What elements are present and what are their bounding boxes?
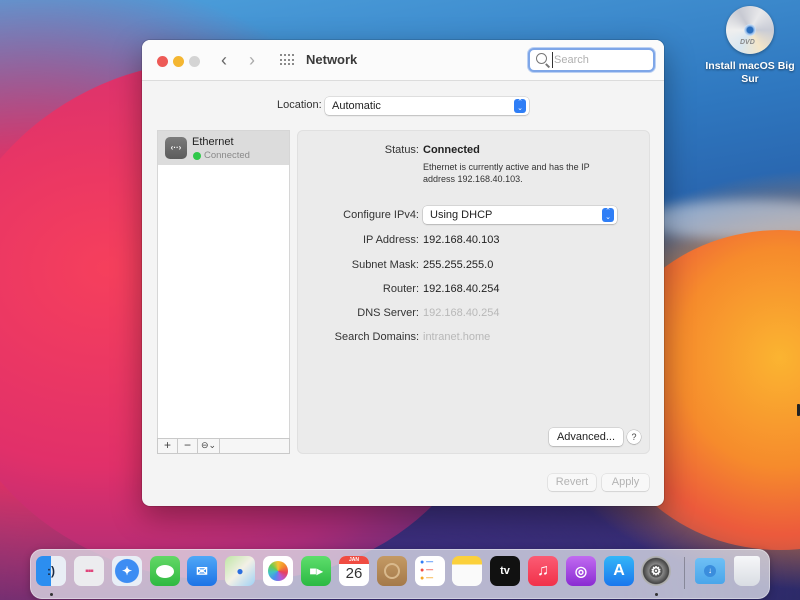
router-label: Router: [382,283,419,295]
messages-icon[interactable] [150,556,180,586]
add-service-button[interactable]: + [158,439,178,453]
finder-icon[interactable]: :) [36,556,66,586]
dns-server-value: 192.168.40.254 [423,307,500,319]
contacts-icon[interactable] [377,556,407,586]
help-button[interactable]: ? [627,430,641,444]
mail-icon[interactable]: ✉ [187,556,217,586]
configure-ipv4-label: Configure IPv4: [343,209,419,221]
status-description: Ethernet is currently active and has the… [423,162,590,184]
status-dot-icon [193,152,201,160]
downloads-folder-icon[interactable]: ↓ [695,558,725,584]
ip-address-value: 192.168.40.103 [423,234,500,246]
desktop-icon-label: Install macOS Big Sur [705,60,795,85]
search-field[interactable] [528,48,655,72]
status-label: Status: [384,144,419,156]
configure-ipv4-popup[interactable]: Using DHCP ⌃ ⌄ [423,206,617,224]
service-list-toolbar: + − ⊖⌄ [157,438,290,454]
dvd-disc-icon: DVD [726,6,774,54]
service-detail-panel: Status: Connected Ethernet is currently … [297,130,650,454]
dock: :) ▪▪▪ ✦ ✉ ● ■▸ JAN 26 ● ― ● ― ● ― tv ♫ ◎ … [30,549,770,599]
subnet-mask-label: Subnet Mask: [351,259,419,271]
router-value: 192.168.40.254 [423,283,500,295]
trash-icon[interactable] [734,556,760,586]
search-domains-value: intranet.home [423,331,491,343]
running-indicator [655,593,658,596]
apple-tv-icon[interactable]: tv [490,556,520,586]
service-list: ‹··› Ethernet Connected [157,130,290,438]
search-input[interactable] [552,52,648,68]
revert-button[interactable]: Revert [548,474,596,491]
app-store-icon[interactable]: A [604,556,634,586]
network-preferences-window: ‹ › Network Location: Automatic ⌃⌄ ‹··› … [142,40,664,506]
calendar-icon[interactable]: JAN 26 [339,556,369,586]
ip-address-label: IP Address: [362,234,419,246]
running-indicator [50,593,53,596]
status-value: Connected [423,144,480,156]
launchpad-icon[interactable]: ▪▪▪ [74,556,104,586]
ethernet-icon: ‹··› [165,137,187,159]
location-value: Automatic [332,100,381,112]
popup-stepper-icon: ⌃ ⌄ [602,208,614,222]
location-popup[interactable]: Automatic ⌃ ⌄ [325,97,529,115]
title-bar: ‹ › Network [142,40,664,81]
configure-ipv4-value: Using DHCP [430,209,493,221]
back-chevron-icon[interactable]: ‹ [221,51,227,69]
service-name: Ethernet [192,136,234,148]
service-item-ethernet[interactable]: ‹··› Ethernet Connected [158,131,289,165]
location-label: Location: [277,99,322,111]
remove-service-button[interactable]: − [178,439,198,453]
subnet-mask-value: 255.255.255.0 [423,259,494,271]
maps-icon[interactable]: ● [225,556,255,586]
photos-icon[interactable] [263,556,293,586]
search-domains-label: Search Domains: [334,331,419,343]
search-icon [536,53,547,64]
safari-icon[interactable]: ✦ [112,556,142,586]
facetime-icon[interactable]: ■▸ [301,556,331,586]
notes-icon[interactable] [452,556,482,586]
apply-button[interactable]: Apply [602,474,649,491]
zoom-button[interactable] [189,56,200,67]
minimize-button[interactable] [173,56,184,67]
close-button[interactable] [157,56,168,67]
service-status: Connected [204,150,250,161]
dock-separator [684,557,685,589]
dns-server-label: DNS Server: [357,307,419,319]
reminders-icon[interactable]: ● ― ● ― ● ― [415,556,445,586]
forward-chevron-icon[interactable]: › [249,51,255,69]
advanced-button[interactable]: Advanced... [549,428,623,446]
window-title: Network [306,52,358,67]
system-preferences-icon[interactable]: ⚙ [641,556,671,586]
podcasts-icon[interactable]: ◎ [566,556,596,586]
music-icon[interactable]: ♫ [528,556,558,586]
desktop-icon-install-macos[interactable]: DVD Install macOS Big Sur [700,6,800,86]
show-all-grid-icon[interactable] [280,54,294,66]
popup-stepper-icon: ⌃ ⌄ [514,99,526,113]
service-action-menu-button[interactable]: ⊖⌄ [198,439,220,453]
